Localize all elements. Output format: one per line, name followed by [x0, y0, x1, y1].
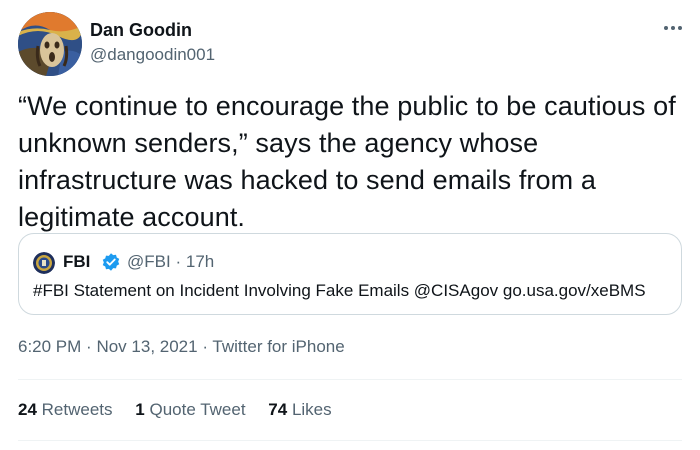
- quoted-separator: ·: [175, 252, 182, 271]
- timestamp-separator: ·: [202, 337, 208, 356]
- timestamp-date[interactable]: Nov 13, 2021: [96, 337, 197, 356]
- quote-tweets-stat[interactable]: 1 Quote Tweet: [135, 400, 245, 420]
- engagement-stats: 24 Retweets 1 Quote Tweet 74 Likes: [18, 400, 350, 420]
- verified-badge: [101, 252, 121, 272]
- timestamp-time[interactable]: 6:20 PM: [18, 337, 81, 356]
- fbi-seal-avatar[interactable]: [33, 252, 55, 274]
- tweet: Dan Goodin @dangoodin001 “We continue to…: [0, 0, 700, 450]
- quote-tweets-label: Quote Tweet: [149, 400, 246, 419]
- more-options-button[interactable]: [660, 18, 686, 38]
- quoted-tweet-text: #FBI Statement on Incident Involving Fak…: [33, 281, 646, 300]
- quoted-handle: @FBI: [127, 252, 171, 271]
- quote-tweets-count: 1: [135, 400, 145, 419]
- timestamp-separator: ·: [86, 337, 92, 356]
- divider: [18, 379, 682, 380]
- author-avatar[interactable]: [18, 12, 82, 76]
- verified-badge-icon: [102, 253, 120, 271]
- quoted-time-ago: 17h: [185, 252, 215, 271]
- scream-painting-avatar-icon: [18, 12, 82, 76]
- author-display-name[interactable]: Dan Goodin: [90, 20, 192, 41]
- retweets-stat[interactable]: 24 Retweets: [18, 400, 113, 420]
- author-handle[interactable]: @dangoodin001: [90, 45, 215, 65]
- likes-label: Likes: [291, 400, 332, 419]
- retweets-count: 24: [18, 400, 37, 419]
- tweet-timestamp: 6:20 PM · Nov 13, 2021 · Twitter for iPh…: [18, 337, 345, 357]
- fbi-seal-icon: [33, 252, 55, 274]
- likes-stat[interactable]: 74 Likes: [268, 400, 331, 420]
- quoted-display-name: FBI: [63, 252, 91, 271]
- retweets-label: Retweets: [41, 400, 113, 419]
- quoted-tweet-card[interactable]: FBI @FBI · 17h #FBI Statement on Inciden…: [18, 233, 682, 315]
- divider: [18, 440, 682, 441]
- timestamp-source[interactable]: Twitter for iPhone: [212, 337, 344, 356]
- likes-count: 74: [268, 400, 288, 419]
- more-horizontal-icon: [664, 26, 682, 30]
- quoted-meta: @FBI · 17h: [127, 252, 214, 272]
- tweet-text: “We continue to encourage the public to …: [18, 91, 676, 232]
